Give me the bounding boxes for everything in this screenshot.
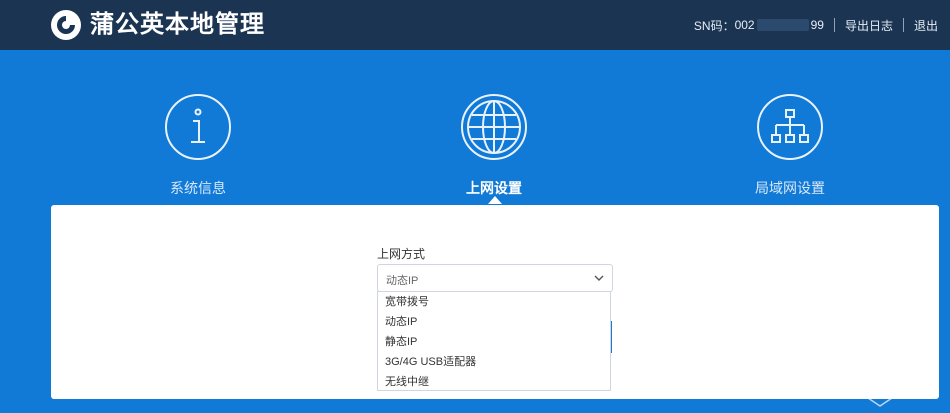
connection-type-dropdown: 宽带拨号 动态IP 静态IP 3G/4G USB适配器 无线中继 — [377, 291, 611, 391]
nav-icon-ring — [461, 94, 527, 160]
info-icon — [191, 108, 205, 143]
logout-link[interactable]: 退出 — [914, 17, 938, 34]
nav-icon-ring — [757, 94, 823, 160]
nav-item-internet-settings[interactable]: 上网设置 — [424, 94, 564, 198]
connection-type-label: 上网方式 — [377, 247, 426, 261]
option-static-ip[interactable]: 静态IP — [378, 332, 610, 352]
watermark-icon — [867, 376, 926, 407]
app-title: 蒲公英本地管理 — [90, 10, 265, 38]
nav-item-label: 系统信息 — [170, 180, 226, 196]
option-dhcp[interactable]: 动态IP — [378, 312, 610, 332]
nav-item-label: 上网设置 — [466, 180, 522, 196]
option-usb-modem[interactable]: 3G/4G USB适配器 — [378, 352, 610, 372]
sn-suffix: 99 — [810, 18, 824, 32]
header-divider — [833, 18, 835, 32]
logo-icon — [51, 10, 81, 40]
connection-type-select[interactable]: 动态IP — [377, 264, 613, 292]
top-bar: 蒲公英本地管理 SN码： 002 99 导出日志 退出 — [0, 0, 950, 50]
option-pppoe[interactable]: 宽带拨号 — [378, 292, 610, 312]
active-nav-indicator — [488, 196, 502, 204]
nav-icon-ring — [165, 94, 231, 160]
export-log-link[interactable]: 导出日志 — [845, 17, 893, 34]
sn-prefix: 002 — [734, 18, 755, 32]
main-nav: 系统信息 上网设置 局域网设置 — [0, 50, 950, 205]
chevron-down-icon — [594, 275, 604, 281]
network-icon — [771, 109, 809, 143]
sn-label: SN码： — [693, 18, 735, 33]
option-wireless-repeater[interactable]: 无线中继 — [378, 372, 610, 392]
select-value: 动态IP — [386, 275, 419, 287]
header-actions: SN码： 002 99 导出日志 退出 — [694, 0, 938, 50]
settings-panel: 上网方式 动态IP 宽带拨号 动态IP 静态IP 3G/4G USB适配器 无线… — [51, 205, 939, 399]
globe-icon — [467, 100, 521, 154]
nav-item-system-info[interactable]: 系统信息 — [128, 94, 268, 198]
header-divider — [902, 18, 904, 32]
serial-number: SN码： 002 99 — [694, 17, 824, 34]
nav-item-lan-settings[interactable]: 局域网设置 — [720, 94, 860, 198]
nav-item-label: 局域网设置 — [755, 180, 825, 196]
sn-redaction — [756, 19, 809, 31]
